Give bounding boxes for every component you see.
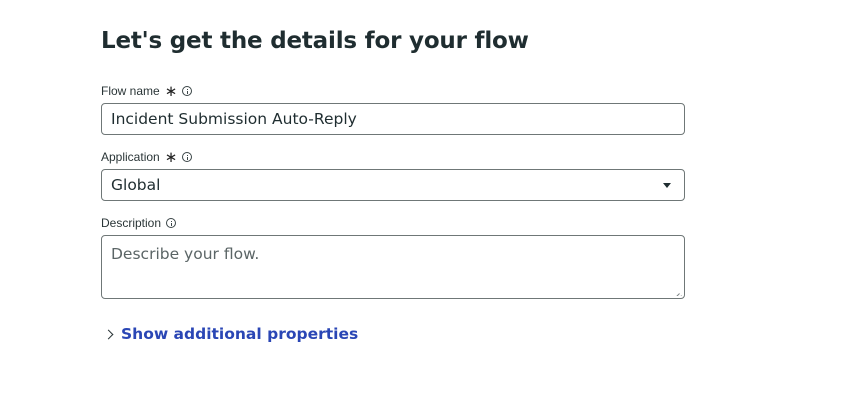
description-field: Description	[101, 216, 685, 299]
chevron-right-icon	[103, 329, 114, 340]
required-asterisk-icon: ∗	[164, 83, 178, 100]
flow-name-label-row: Flow name ∗	[101, 83, 685, 100]
flow-details-form: Let's get the details for your flow Flow…	[101, 24, 685, 343]
info-icon[interactable]	[182, 86, 193, 96]
application-label: Application	[101, 150, 160, 164]
description-textarea-wrap	[101, 235, 685, 299]
resize-handle-icon[interactable]	[674, 288, 682, 296]
page-title: Let's get the details for your flow	[101, 28, 529, 54]
show-additional-properties-link[interactable]: Show additional properties	[103, 325, 685, 343]
application-label-row: Application ∗	[101, 149, 685, 166]
required-asterisk-icon: ∗	[164, 149, 178, 166]
description-label-row: Description	[101, 216, 685, 230]
caret-down-icon	[663, 182, 671, 188]
flow-name-input[interactable]	[101, 103, 685, 135]
show-additional-properties-label: Show additional properties	[121, 325, 359, 343]
info-icon[interactable]	[182, 152, 193, 162]
flow-name-label: Flow name	[101, 84, 160, 98]
description-label: Description	[101, 216, 162, 230]
application-select[interactable]: Global	[101, 169, 685, 201]
description-textarea[interactable]	[101, 235, 685, 299]
application-field: Application ∗ Global	[101, 150, 685, 201]
application-selected-value: Global	[111, 176, 161, 194]
info-icon[interactable]	[166, 218, 177, 228]
flow-name-field: Flow name ∗	[101, 84, 685, 135]
